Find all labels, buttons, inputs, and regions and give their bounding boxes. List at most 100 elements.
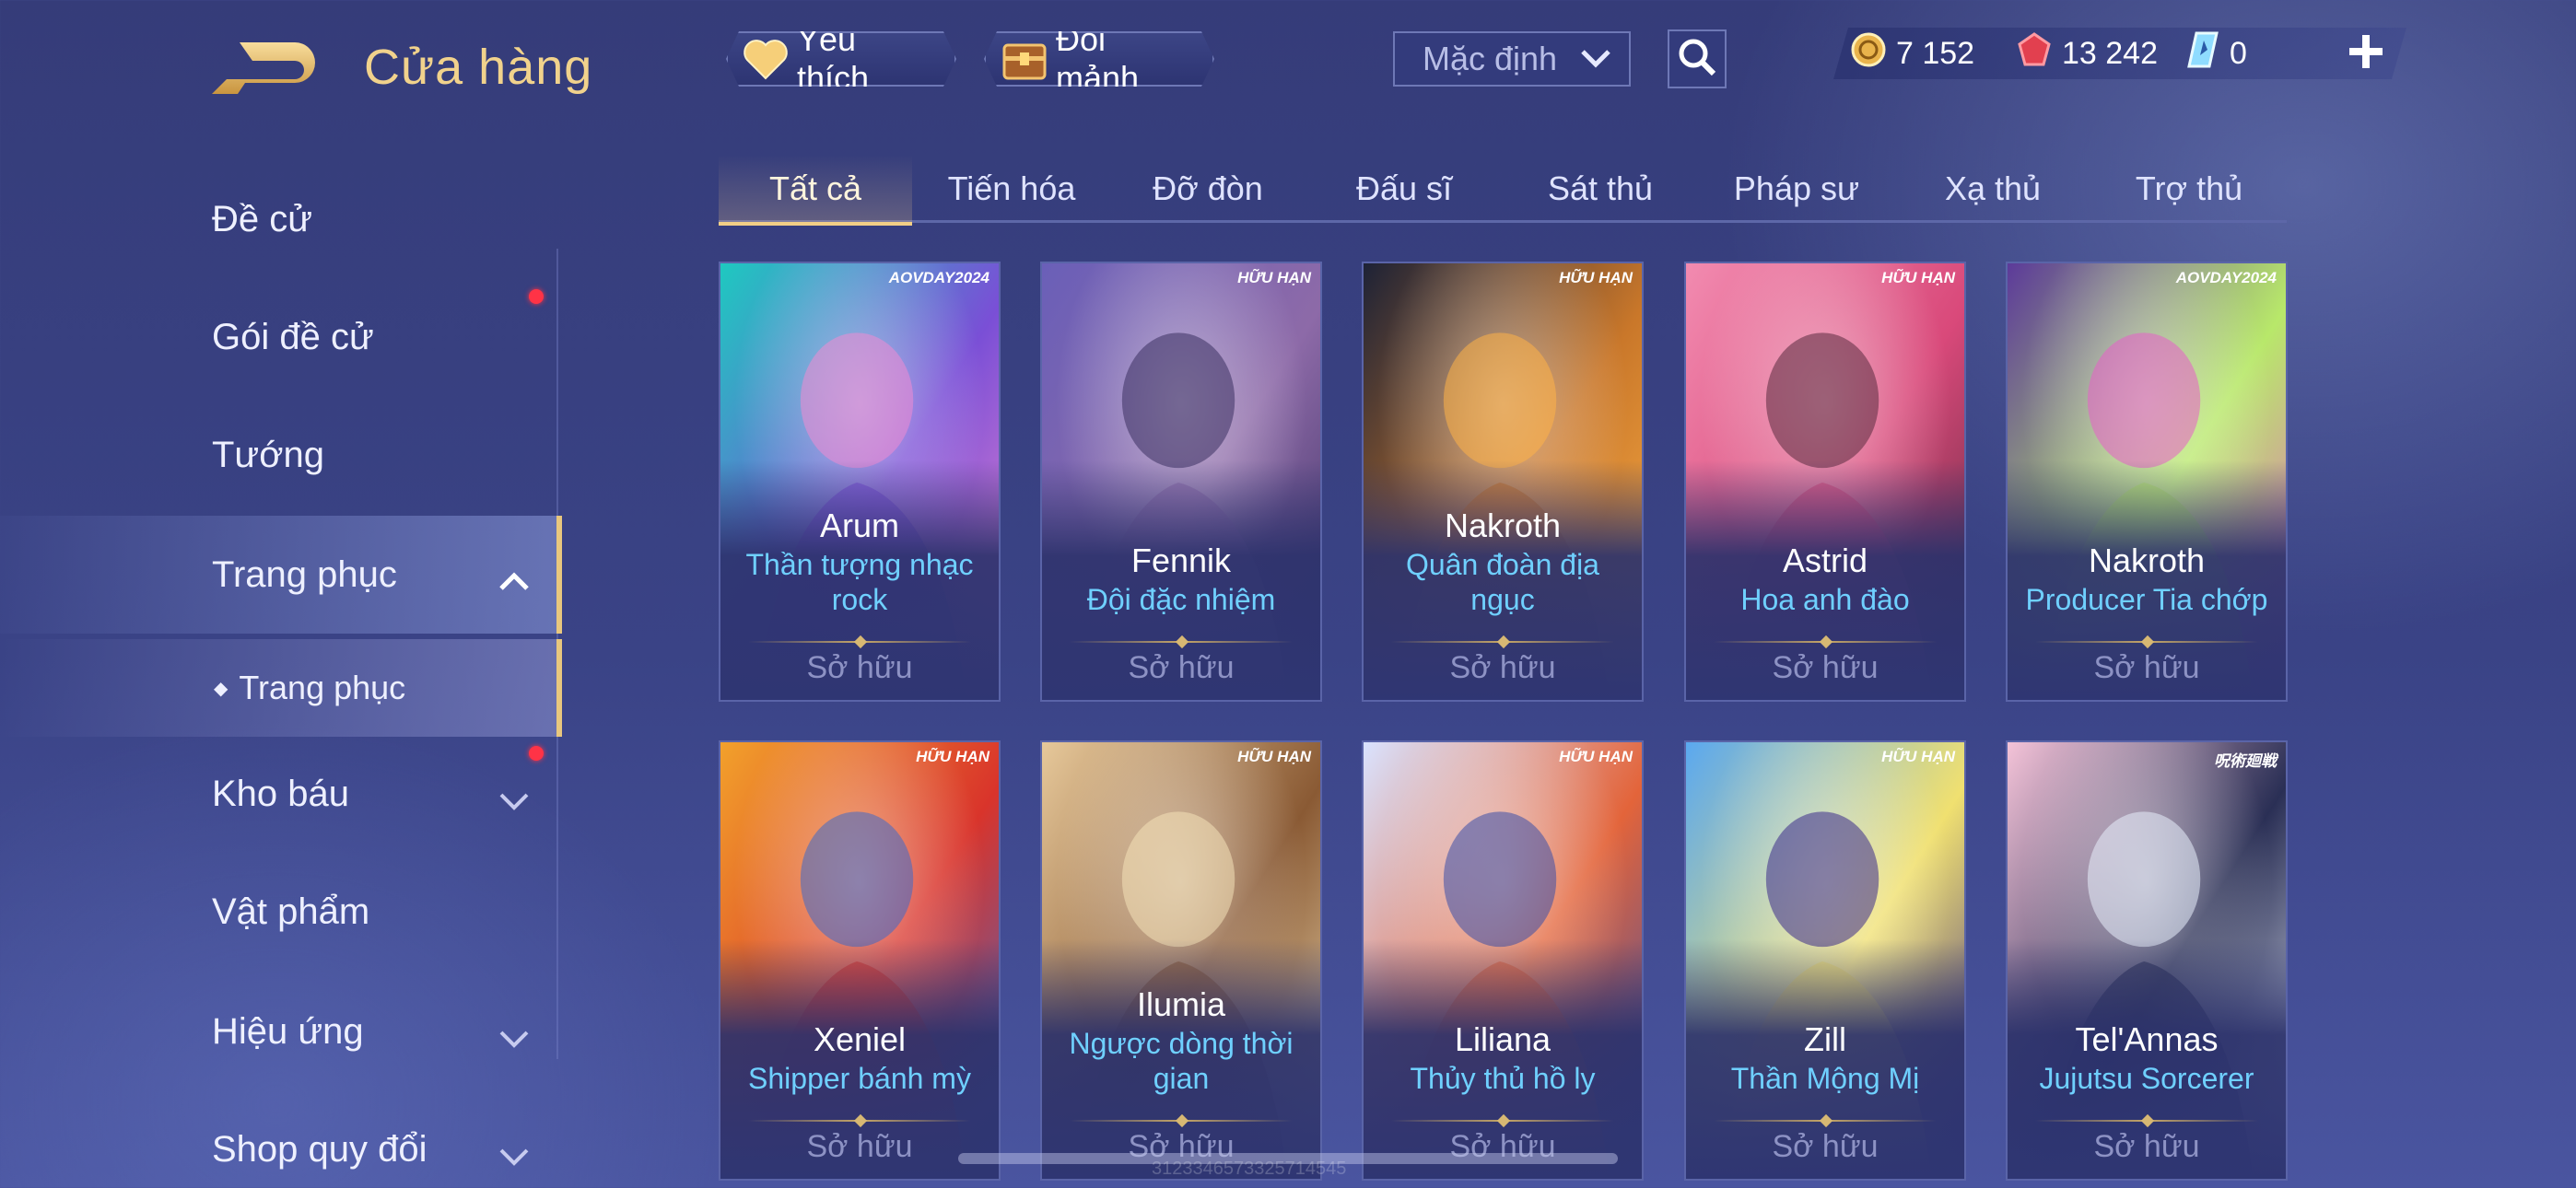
- tab-label: Tiến hóa: [947, 169, 1076, 207]
- favorite-button[interactable]: Yêu thích: [726, 31, 956, 87]
- sidebar-item-label: Đề cử: [212, 198, 313, 239]
- skin-name-line1: Thủy thủ hồ ly: [1410, 1062, 1596, 1095]
- skin-name: Thần Mộng Mị: [1697, 1061, 1953, 1096]
- search-icon: [1675, 35, 1719, 84]
- hero-name: Nakroth: [2088, 542, 2206, 579]
- sort-dropdown[interactable]: Mặc định: [1393, 31, 1631, 87]
- sidebar-item-exchange-shop[interactable]: Shop quy đổi: [0, 1103, 562, 1188]
- owned-status: Sở hữu: [1772, 1129, 1879, 1164]
- skin-name-line1: Thần Mộng Mị: [1730, 1062, 1920, 1095]
- hero-name: Xeniel: [813, 1020, 907, 1058]
- tab-label: Pháp sư: [1733, 169, 1860, 207]
- skin-card[interactable]: Liliana Thủy thủ hồ ly Sở hữu HỮU HẠN: [1362, 740, 1644, 1181]
- ruby-icon: [2016, 31, 2053, 76]
- skin-name: Jujutsu Sorcerer: [2019, 1061, 2275, 1096]
- tab-tank[interactable]: Đỡ đòn: [1111, 155, 1305, 223]
- tab-label: Xạ thủ: [1944, 169, 2042, 207]
- skin-card[interactable]: Xeniel Shipper bánh mỳ Sở hữu HỮU HẠN: [719, 740, 1001, 1181]
- skin-badge-text: AOVDAY2024: [888, 269, 989, 286]
- owned-status: Sở hữu: [806, 650, 913, 685]
- skin-card[interactable]: Ilumia Ngược dòng thời gian Sở hữu HỮU HẠN: [1040, 740, 1322, 1181]
- skin-card[interactable]: Tel'Annas Jujutsu Sorcerer Sở hữu 呪術廻戦: [2006, 740, 2288, 1181]
- tab-assassin[interactable]: Sát thủ: [1504, 155, 1697, 223]
- sidebar-item-recommended[interactable]: Đề cử: [0, 173, 562, 265]
- heart-icon: [743, 36, 790, 82]
- ruby-value: 13 242: [2062, 35, 2158, 71]
- hero-name: Ilumia: [1136, 985, 1226, 1023]
- sidebar-subitem-label: Trang phục: [239, 669, 406, 706]
- tab-evolution[interactable]: Tiến hóa: [915, 155, 1108, 223]
- tab-label: Đỡ đòn: [1153, 169, 1263, 207]
- skin-name: Thủy thủ hồ ly: [1375, 1061, 1631, 1096]
- tab-label: Trợ thủ: [2135, 169, 2243, 207]
- hero-name: Liliana: [1454, 1020, 1551, 1058]
- sidebar-item-items[interactable]: Vật phẩm: [0, 866, 562, 958]
- shard-label: Đổi mảnh: [1056, 20, 1140, 97]
- chevron-down-icon: [498, 1019, 531, 1048]
- sidebar-subitem-skins[interactable]: ◆ Trang phục: [0, 639, 562, 737]
- tab-label: Tất cả: [768, 169, 862, 207]
- skin-badge-text: HỮU HẠN: [1237, 748, 1311, 765]
- tab-support[interactable]: Trợ thủ: [2092, 155, 2286, 223]
- page-title: Cửa hàng: [364, 40, 593, 95]
- hero-name: Arum: [819, 507, 899, 544]
- skin-name-line1: Quân đoàn địa: [1406, 548, 1599, 581]
- skin-card[interactable]: Nakroth Quân đoàn địa ngục Sở hữu HỮU HẠN: [1362, 262, 1644, 702]
- sidebar-item-label: Trang phục: [212, 553, 397, 595]
- skin-badge-text: HỮU HẠN: [916, 748, 989, 765]
- skin-name-line1: Đội đặc nhiệm: [1086, 583, 1276, 616]
- skin-badge-text: HỮU HẠN: [1237, 269, 1311, 286]
- tab-marksman[interactable]: Xạ thủ: [1896, 155, 2090, 223]
- hero-name: Fennik: [1130, 542, 1232, 579]
- skin-name-line2: gian: [1153, 1062, 1210, 1095]
- hero-name: Nakroth: [1444, 507, 1562, 544]
- sidebar-item-skins[interactable]: Trang phục: [0, 516, 562, 634]
- tab-label: Sát thủ: [1547, 169, 1654, 207]
- skin-card[interactable]: Fennik Đội đặc nhiệm Sở hữu HỮU HẠN: [1040, 262, 1322, 702]
- tab-fighter[interactable]: Đấu sĩ: [1307, 155, 1501, 223]
- sidebar-item-heroes[interactable]: Tướng: [0, 409, 562, 501]
- hero-name: Astrid: [1782, 542, 1868, 579]
- skin-name: Shipper bánh mỳ: [732, 1061, 988, 1096]
- skin-card[interactable]: Zill Thần Mộng Mị Sở hữu HỮU HẠN: [1684, 740, 1966, 1181]
- chevron-down-icon: [498, 781, 531, 810]
- tab-mage[interactable]: Pháp sư: [1700, 155, 1893, 223]
- shard-exchange-button[interactable]: Đổi mảnh: [984, 31, 1214, 87]
- sidebar-item-bundles[interactable]: Gói đề cử: [0, 291, 562, 383]
- skin-name: Thần tượng nhạc rock: [732, 547, 988, 617]
- sort-selected-value: Mặc định: [1423, 40, 1558, 77]
- skin-card[interactable]: Arum Thần tượng nhạc rock Sở hữu AOVDAY2024: [719, 262, 1001, 702]
- bullet-diamond-icon: ◆: [214, 678, 228, 699]
- skin-name: Quân đoàn địa ngục: [1375, 547, 1631, 617]
- back-button[interactable]: [212, 37, 318, 98]
- topup-button[interactable]: [2340, 28, 2392, 79]
- owned-status: Sở hữu: [1128, 650, 1235, 685]
- back-arrow-icon: [212, 42, 315, 94]
- skin-badge-text: HỮU HẠN: [1881, 748, 1955, 765]
- owned-status: Sở hữu: [1772, 650, 1879, 685]
- owned-status: Sở hữu: [806, 1129, 913, 1164]
- skin-card[interactable]: Nakroth Producer Tia chớp Sở hữu AOVDAY2024: [2006, 262, 2288, 702]
- sidebar-item-label: Kho báu: [212, 773, 350, 814]
- gold-coin-icon: [1850, 31, 1887, 76]
- chevron-down-icon: [498, 1136, 531, 1166]
- tab-all[interactable]: Tất cả: [719, 155, 912, 226]
- skin-name: Ngược dòng thời gian: [1053, 1026, 1309, 1096]
- owned-status: Sở hữu: [2093, 1129, 2200, 1164]
- skin-name: Đội đặc nhiệm: [1053, 582, 1309, 617]
- skin-name: Hoa anh đào: [1697, 582, 1953, 617]
- owned-status: Sở hữu: [2093, 650, 2200, 685]
- sidebar-item-effects[interactable]: Hiệu ứng: [0, 985, 562, 1077]
- sidebar-item-label: Tướng: [212, 434, 324, 475]
- chevron-up-icon: [498, 562, 531, 590]
- sidebar-item-treasure[interactable]: Kho báu: [0, 748, 562, 840]
- skin-badge-text: HỮU HẠN: [1881, 269, 1955, 286]
- voucher-value: 0: [2230, 35, 2247, 71]
- skin-name-line1: Hoa anh đào: [1740, 583, 1910, 616]
- category-tabs: Tất cả Tiến hóa Đỡ đòn Đấu sĩ Sát thủ Ph…: [719, 155, 2287, 226]
- voucher-currency: 0: [2184, 28, 2247, 79]
- search-button[interactable]: [1668, 29, 1727, 88]
- skin-card[interactable]: Astrid Hoa anh đào Sở hữu HỮU HẠN: [1684, 262, 1966, 702]
- sidebar-item-label: Shop quy đổi: [212, 1128, 427, 1170]
- notification-dot: [529, 289, 544, 304]
